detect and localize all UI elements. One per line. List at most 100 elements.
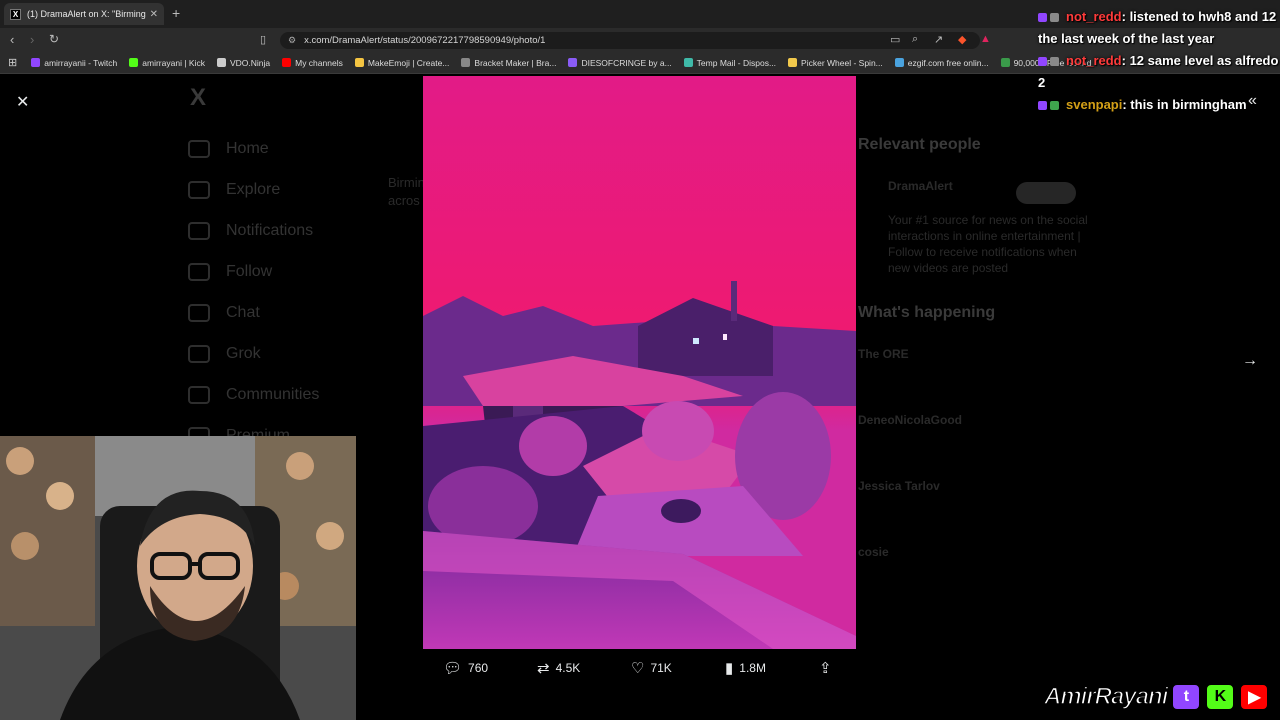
snowy-garden-pink-sky-image [423,76,856,649]
bookmark-favicon-icon [788,58,798,67]
whats-happening-heading: What's happening [858,304,996,321]
bookmark-item[interactable]: VDO.Ninja [216,58,270,68]
x-nav-notifications: Notifications [188,210,319,251]
bookmark-item[interactable]: DIESOFCRINGE by a... [568,58,672,68]
apps-grid-icon[interactable]: ⊞ [8,56,17,69]
share-icon[interactable]: ↗ [934,33,943,46]
forward-arrow-icon[interactable]: › [30,32,34,47]
reply-icon: 💬︎ [443,660,463,677]
search-icon [188,180,210,199]
relevant-people-heading: Relevant people [858,136,981,153]
x-nav-home: Home [188,128,319,169]
x-logo-icon: X [190,84,207,111]
bookmark-favicon-icon [1000,58,1010,67]
trend-item: Jessica Tarlov [858,479,940,493]
back-arrow-icon[interactable]: ‹ [10,32,14,47]
close-viewer-icon[interactable]: ✕ [16,92,29,112]
reload-icon[interactable]: ↻ [49,32,59,46]
bookmark-icon[interactable]: ▯ [260,33,266,46]
webcam-overlay [0,436,356,720]
sub-badge-icon [1050,57,1059,67]
bookmark-favicon-icon [31,58,41,67]
screen: X (1) DramaAlert on X: "Birmingha ✕ + ‹ … [0,0,1280,720]
like-count: 71K [650,661,672,675]
x-nav-chat: Chat [188,292,319,333]
x-sidebar: X Home Explore Notifications Follow Chat… [188,84,319,456]
zoom-icon[interactable]: ⌕ [912,33,918,46]
reply-count: 760 [468,661,489,675]
bookmark-favicon-icon [568,58,578,67]
mail-icon [188,303,210,322]
site-info-icon[interactable]: ⚙ [288,35,296,46]
x-nav-communities: Communities [188,374,319,415]
grok-icon [188,344,210,363]
repost-count: 4.5K [555,661,581,675]
bookmark-item[interactable]: Bracket Maker | Bra... [461,58,556,68]
x-nav-explore: Explore [188,169,319,210]
like-button[interactable]: ♡ 71K [631,659,672,677]
bookmark-item[interactable]: Temp Mail - Dispos... [683,58,776,68]
tab-title: (1) DramaAlert on X: "Birmingha [27,9,146,19]
cast-icon[interactable]: ▭ [890,33,900,46]
twitch-badge-icon [1038,57,1047,67]
bookmark-item[interactable]: Picker Wheel - Spin... [788,58,883,68]
view-count: 1.8M [739,661,766,675]
chat-message: svenpapi: this in birmingham [1038,94,1280,116]
follow-button-dimmed [1016,182,1076,204]
bookmark-favicon-icon [282,58,292,67]
tab-close-icon[interactable]: ✕ [150,9,158,20]
bookmark-favicon-icon [354,58,364,67]
twitch-badge-icon [1038,13,1047,23]
brave-shield-icon[interactable]: ◆ [958,33,966,46]
home-icon [188,139,210,158]
x-nav-grok: Grok [188,333,319,374]
stream-chat-overlay: not_redd: listened to hwh8 and 12 the la… [1038,6,1280,116]
trend-item: cosie [858,545,889,559]
chat-username: svenpapi [1066,97,1123,112]
new-tab-button[interactable]: + [172,5,180,21]
bookmark-favicon-icon [683,58,693,67]
views-button[interactable]: ▮ 1.8M [725,659,766,677]
x-nav-follow: Follow [188,251,319,292]
repost-icon: ⇄ [537,660,550,677]
post-text: Birmin acros [388,175,425,208]
sub-badge-icon [1050,101,1059,111]
repost-button[interactable]: ⇄ 4.5K [537,659,580,677]
streamer-webcam-image [0,436,356,720]
bookmark-item[interactable]: amirrayanii - Twitch [31,58,117,68]
person-add-icon [188,262,210,281]
chat-message: not_redd: 12 same level as alfredo 2 [1038,50,1280,94]
upload-icon: ⇪ [819,660,832,677]
youtube-logo-icon: ▶ [1239,683,1270,711]
bar-chart-icon: ▮ [725,660,734,677]
next-photo-arrow-icon[interactable]: → [1242,352,1266,376]
chat-message: not_redd: listened to hwh8 and 12 the la… [1038,6,1280,50]
active-tab[interactable]: X (1) DramaAlert on X: "Birmingha ✕ [4,3,164,25]
heart-icon: ♡ [631,660,645,677]
twitch-logo-icon: t [1171,683,1202,711]
sub-badge-icon [1050,13,1059,23]
post-actions-bar: 💬︎ 760 ⇄ 4.5K ♡ 71K ▮ 1.8M ⇪ [423,654,856,684]
chat-username: not_redd [1066,9,1122,24]
bookmark-favicon-icon [129,58,139,67]
rewards-icon[interactable]: ▲ [980,33,991,45]
share-button[interactable]: ⇪ [819,659,838,677]
bookmark-favicon-icon [461,58,471,67]
chat-username: not_redd [1066,53,1122,68]
reply-button[interactable]: 💬︎ 760 [443,659,488,677]
bookmark-item[interactable]: ezgif.com free onlin... [894,58,989,68]
streamer-branding: AmirRayani t K ▶ [1043,680,1270,714]
bookmark-favicon-icon [216,58,226,67]
chat-text: : this in birmingham [1122,97,1247,112]
bookmark-item[interactable]: MakeEmoji | Create... [354,58,449,68]
bookmark-favicon-icon [894,58,904,67]
post-photo[interactable] [423,76,856,649]
streamer-name: AmirRayani [1043,682,1169,711]
twitch-badge-icon [1038,101,1047,111]
kick-logo-icon: K [1205,683,1236,711]
address-bar[interactable]: ⚙ x.com/DramaAlert/status/20096722177985… [280,32,980,49]
bookmark-item[interactable]: My channels [282,58,343,68]
people-icon [188,385,210,404]
trend-item: DeneoNicolaGood [858,413,963,427]
bookmark-item[interactable]: amirrayani | Kick [129,58,205,68]
